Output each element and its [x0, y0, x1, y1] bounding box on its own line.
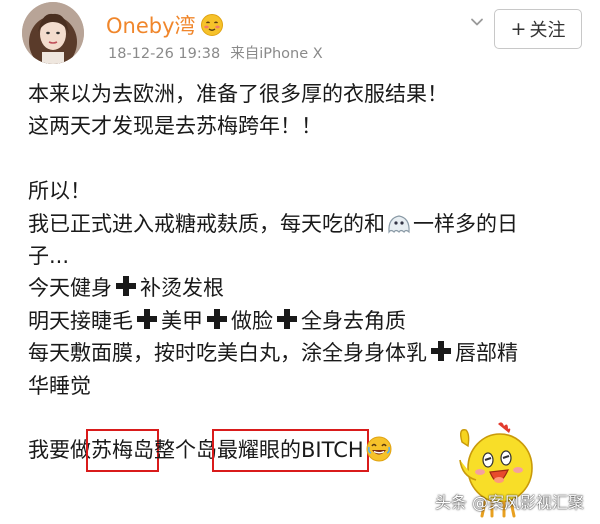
post-line: 华睡觉: [28, 370, 588, 402]
highlighted-text: 最耀眼的BITCH: [217, 438, 364, 463]
post-source: 来自iPhone X: [230, 46, 323, 62]
post-text: 这两天才发现是去苏梅跨年！！: [28, 114, 322, 139]
post-line: 我已正式进入戒糖戒麸质，每天吃的和 一样多的日: [28, 208, 588, 240]
blushing-emoji-icon: [200, 13, 224, 37]
post-line: 今天健身 补烫发根: [28, 272, 588, 304]
post-line: 明天接睫毛 美甲 做脸 全身去角质: [28, 305, 588, 337]
highlight-box: 最耀眼的BITCH: [212, 429, 369, 472]
post-line: 本来以为去欧洲，准备了很多厚的衣服结果！: [28, 78, 588, 110]
post-meta: 18-12-26 19:38 来自iPhone X: [108, 42, 323, 63]
laughing-emoji-icon: [365, 435, 393, 463]
post-text: 本来以为去欧洲，准备了很多厚的衣服结果！: [28, 82, 448, 106]
post-text: 每天敷面膜，按时吃美白丸，涂全身身体乳: [28, 341, 427, 366]
post-text: 今天健身: [28, 276, 112, 301]
highlight-box: 苏梅岛: [86, 429, 159, 472]
post-text: 美甲: [161, 308, 203, 333]
post-text: 所以！: [28, 179, 91, 204]
post-text: 补烫发根: [140, 276, 224, 301]
cross-icon: [205, 307, 229, 331]
post-header: Oneby湾 18-12-26 19:38 来自iPhone X + 关注: [0, 0, 600, 70]
cross-icon: [114, 274, 138, 298]
post-text: 整个岛: [154, 438, 217, 463]
follow-button-label: 关注: [529, 20, 566, 41]
username[interactable]: Oneby湾: [106, 10, 196, 40]
post-text: 全身去角质: [301, 308, 406, 333]
chevron-down-icon[interactable]: [470, 14, 484, 28]
highlighted-text: 苏梅岛: [91, 438, 154, 463]
post-timestamp: 18-12-26 19:38: [108, 46, 221, 62]
post-text: 一样多的日: [413, 211, 518, 236]
post-text: 华睡觉: [28, 373, 91, 398]
ghost-emoji-icon: [386, 211, 412, 234]
cross-icon: [275, 307, 299, 331]
watermark: 头条 @案风影视汇聚: [434, 493, 584, 512]
username-row: Oneby湾: [106, 10, 224, 40]
post-line: 所以！: [28, 175, 588, 207]
post-text: 唇部精: [455, 341, 518, 366]
plus-icon: +: [510, 18, 527, 40]
cross-icon: [429, 339, 453, 363]
cross-icon: [135, 307, 159, 331]
follow-button[interactable]: + 关注: [494, 9, 582, 49]
post-line: 每天敷面膜，按时吃美白丸，涂全身身体乳 唇部精: [28, 337, 588, 369]
post-text: 我已正式进入戒糖戒麸质，每天吃的和: [28, 211, 385, 236]
post-text: 我要做: [28, 438, 91, 463]
post-text: 明天接睫毛: [28, 308, 133, 333]
post-body: 本来以为去欧洲，准备了很多厚的衣服结果！ 这两天才发现是去苏梅跨年！！ 所以！ …: [28, 78, 588, 472]
post-text: 子...: [28, 243, 70, 268]
post-line: 子...: [28, 240, 588, 272]
post-line: 这两天才发现是去苏梅跨年！！: [28, 110, 588, 142]
avatar[interactable]: [22, 2, 84, 64]
post-text: 做脸: [231, 308, 273, 333]
